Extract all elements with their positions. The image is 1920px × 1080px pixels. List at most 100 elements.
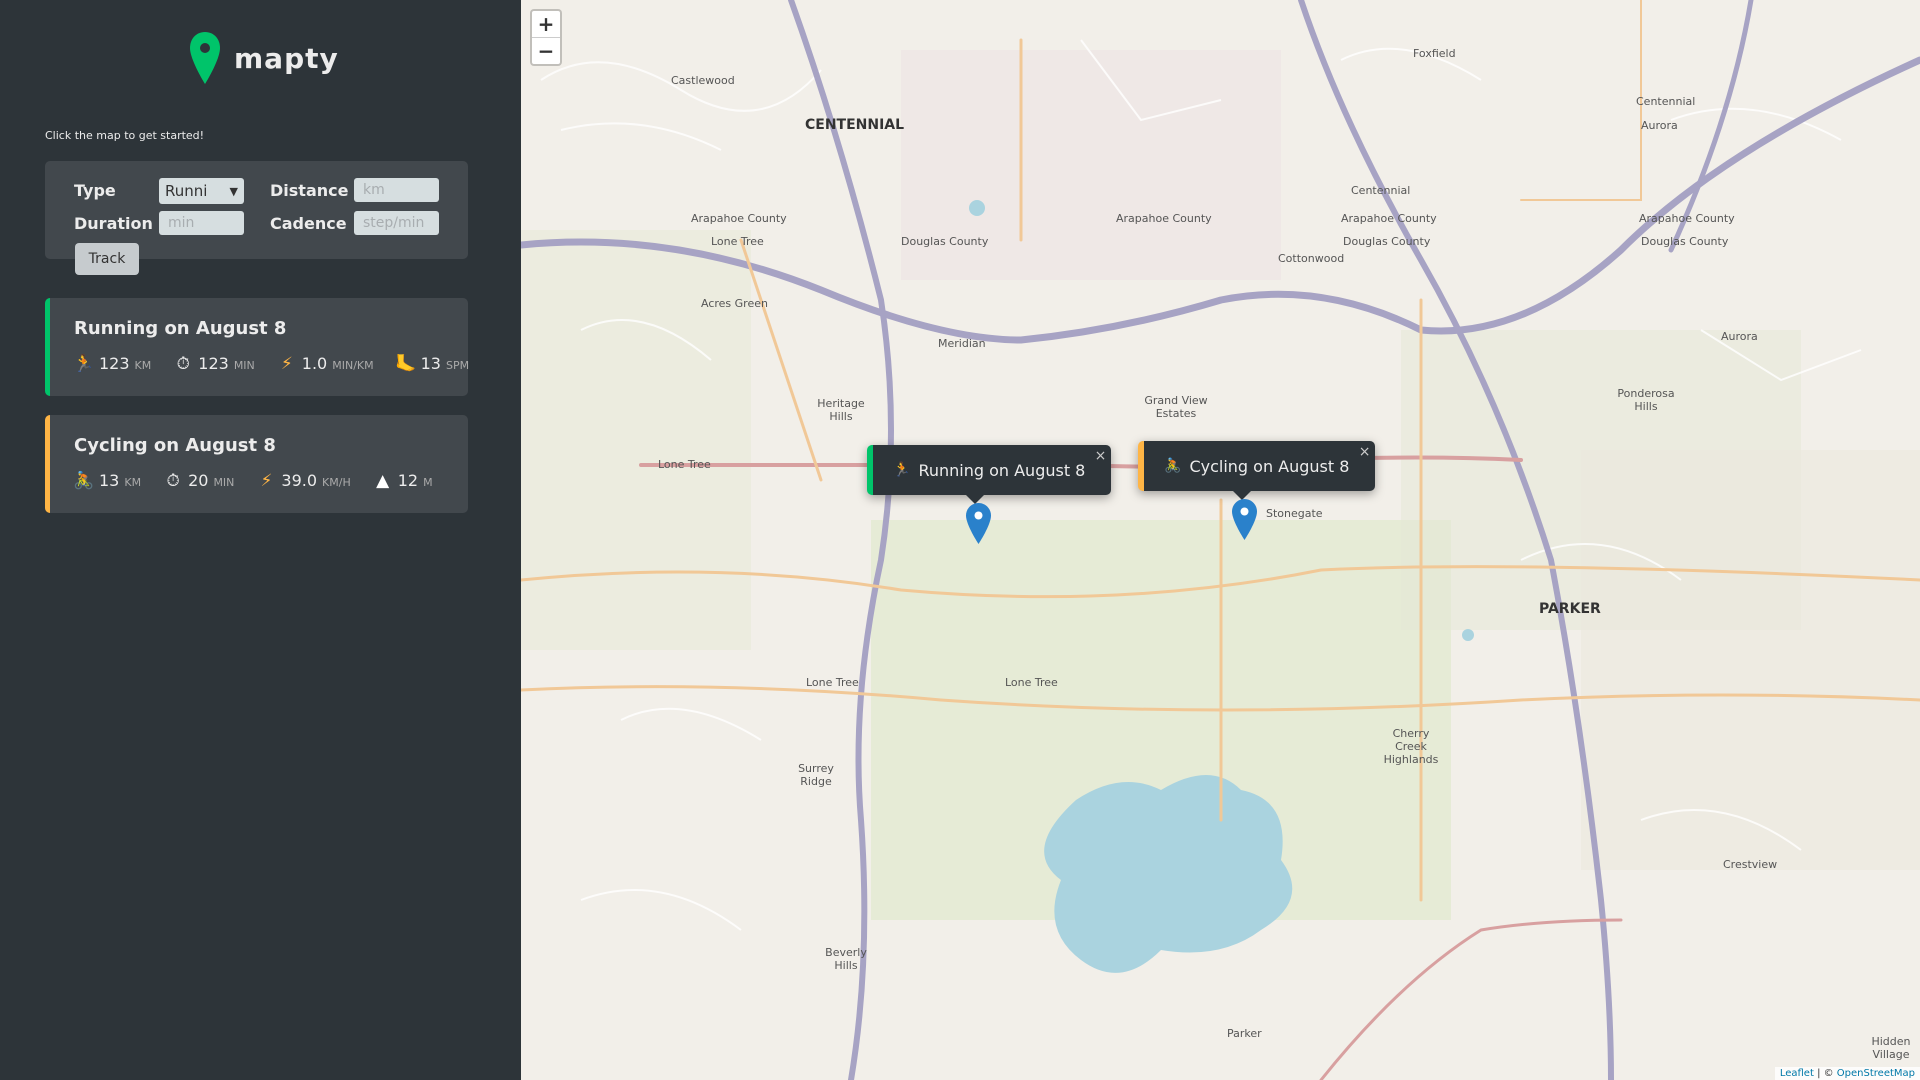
close-icon[interactable]: × [1359, 444, 1371, 460]
workout-item-cycling[interactable]: Cycling on August 8 🚴 13 km ⏱ 20 min ⚡ 3… [45, 415, 468, 513]
distance-value: 13 [99, 471, 120, 490]
attribution-separator: | © [1813, 1068, 1837, 1079]
cadence-value: 13 [420, 354, 441, 373]
workout-details: 🚴 13 km ⏱ 20 min ⚡ 39.0 km/h ▲ 12 m [73, 471, 455, 491]
map-marker-running-icon[interactable] [966, 503, 991, 544]
instructions-text: Click the map to get started! [45, 129, 205, 142]
lightning-icon: ⚡ [280, 354, 293, 374]
type-label: Type [74, 181, 116, 200]
map-label: Cottonwood [1278, 252, 1345, 265]
workout-details: 🏃 123 km ⏱ 123 min ⚡ 1.0 min/km 🦶 13 spm [73, 354, 491, 374]
workout-title: Running on August 8 [74, 318, 287, 339]
map-label: Lone Tree [711, 235, 764, 248]
map-label: Beverly Hills [825, 946, 867, 972]
workout-detail-duration: ⏱ 123 min [173, 354, 255, 374]
map-label: Crestview [1723, 858, 1778, 871]
distance-value: 123 [99, 354, 130, 373]
map-attribution: Leaflet | © OpenStreetMap [1774, 1067, 1920, 1080]
type-select[interactable]: Runni ▼ [159, 178, 244, 204]
workout-form: Type Runni ▼ Distance Duration Cadence T… [45, 161, 468, 275]
map-label: Stonegate [1266, 507, 1323, 520]
sidebar: mapty Click the map to get started! Type… [0, 0, 521, 1080]
map-label: Douglas County [1343, 235, 1431, 248]
distance-unit: km [134, 359, 152, 372]
map-label: Surrey Ridge [798, 762, 834, 788]
duration-label: Duration [74, 214, 153, 233]
map-label: Lone Tree [658, 458, 711, 471]
zoom-in-button[interactable]: + [532, 11, 560, 38]
map-label: Ponderosa Hills [1617, 387, 1675, 413]
map-label: CENTENNIAL [805, 117, 905, 133]
map-label: Douglas County [1641, 235, 1729, 248]
lightning-icon: ⚡ [260, 471, 273, 491]
logo: mapty [188, 30, 339, 86]
stopwatch-icon: ⏱ [176, 354, 190, 374]
popup-text: Running on August 8 [918, 460, 1086, 480]
map-tiles [521, 0, 1920, 1080]
chevron-down-icon: ▼ [229, 184, 238, 198]
workout-detail-duration: ⏱ 20 min [163, 471, 234, 491]
elevation-value: 12 [397, 471, 419, 490]
map-label: Meridian [938, 337, 986, 350]
cadence-input[interactable] [354, 211, 439, 235]
map-label: Lone Tree [806, 676, 859, 689]
map-label: Aurora [1641, 119, 1678, 132]
workout-detail-speed: ⚡ 39.0 km/h [256, 471, 350, 491]
track-button[interactable]: Track [75, 243, 139, 275]
map-pin-logo-icon [190, 32, 220, 84]
workout-popup-running[interactable]: 🏃 Running on August 8 × [867, 445, 1112, 504]
duration-value: 123 [198, 354, 229, 373]
workout-title: Cycling on August 8 [74, 435, 276, 456]
map-label: Heritage Hills [817, 397, 865, 423]
workout-detail-distance: 🚴 13 km [73, 471, 142, 491]
bicycle-icon: 🚴 [1164, 458, 1182, 474]
workout-detail-pace: ⚡ 1.0 min/km [277, 354, 374, 374]
leaflet-link[interactable]: Leaflet [1780, 1068, 1814, 1079]
speed-unit: km/h [322, 476, 351, 489]
map-label: Cherry Creek Highlands [1383, 727, 1439, 766]
duration-value: 20 [188, 471, 209, 490]
pace-value: 1.0 [301, 354, 328, 373]
mountain-icon: ▲ [376, 471, 390, 491]
cadence-unit: spm [445, 359, 470, 372]
workout-item-running[interactable]: Running on August 8 🏃 123 km ⏱ 123 min ⚡… [45, 298, 469, 396]
map-label: Aurora [1721, 330, 1758, 343]
close-icon[interactable]: × [1095, 448, 1107, 464]
map-label: Hidden Village [1871, 1035, 1911, 1061]
duration-input[interactable] [159, 211, 244, 235]
pace-unit: min/km [332, 359, 374, 372]
openstreetmap-link[interactable]: OpenStreetMap [1837, 1068, 1915, 1079]
map-label: Arapahoe County [1639, 212, 1735, 225]
zoom-control: + − [530, 9, 562, 66]
footprint-icon: 🦶 [395, 354, 417, 374]
distance-input[interactable] [354, 178, 439, 202]
elevation-unit: m [423, 476, 433, 489]
map-label: Arapahoe County [1116, 212, 1212, 225]
cadence-label: Cadence [270, 214, 347, 233]
speed-value: 39.0 [281, 471, 318, 490]
zoom-out-button[interactable]: − [532, 38, 560, 64]
map-label: Centennial [1351, 184, 1411, 197]
map-label: Centennial [1636, 95, 1696, 108]
workout-detail-cadence: 🦶 13 spm [395, 354, 470, 374]
type-select-value: Runni [165, 182, 208, 200]
app-name: mapty [234, 41, 339, 75]
map-label: Arapahoe County [691, 212, 787, 225]
popup-text: Cycling on August 8 [1189, 456, 1350, 476]
map[interactable]: + − Castlewood CENTENNIAL Foxfield Cente… [521, 0, 1920, 1080]
map-label: Douglas County [901, 235, 989, 248]
workout-popup-cycling[interactable]: 🚴 Cycling on August 8 × [1138, 441, 1376, 500]
map-label: Foxfield [1413, 47, 1456, 60]
map-label: Arapahoe County [1341, 212, 1437, 225]
running-icon: 🏃 [73, 354, 95, 374]
distance-unit: km [124, 476, 142, 489]
map-label: Lone Tree [1005, 676, 1058, 689]
map-marker-cycling-icon[interactable] [1232, 499, 1257, 540]
workout-detail-distance: 🏃 123 km [73, 354, 152, 374]
map-label: Parker [1227, 1027, 1262, 1040]
map-label: Grand View Estates [1144, 394, 1208, 420]
workout-detail-elevation: ▲ 12 m [373, 471, 433, 491]
duration-unit: min [233, 359, 255, 372]
duration-unit: min [213, 476, 235, 489]
bicycle-icon: 🚴 [73, 471, 95, 491]
